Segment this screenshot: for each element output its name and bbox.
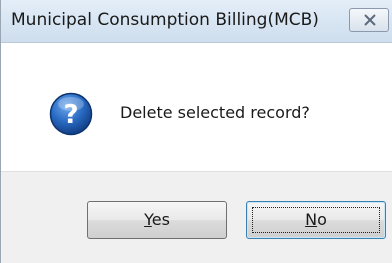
question-icon: ? — [49, 92, 93, 136]
button-bar: Yes No — [1, 171, 392, 263]
yes-button-label: Yes — [144, 210, 170, 229]
window-title: Municipal Consumption Billing(MCB) — [11, 10, 319, 30]
no-button[interactable]: No — [246, 201, 386, 239]
dialog-message: Delete selected record? — [120, 103, 310, 122]
message-dialog: Municipal Consumption Billing(MCB) ? Del… — [0, 0, 392, 263]
title-bar[interactable]: Municipal Consumption Billing(MCB) — [1, 0, 392, 43]
svg-text:?: ? — [63, 100, 78, 130]
no-button-label: No — [305, 210, 327, 229]
yes-button[interactable]: Yes — [87, 201, 227, 239]
close-icon — [364, 14, 376, 26]
close-button[interactable] — [349, 8, 389, 32]
dialog-body: ? Delete selected record? — [1, 43, 392, 171]
